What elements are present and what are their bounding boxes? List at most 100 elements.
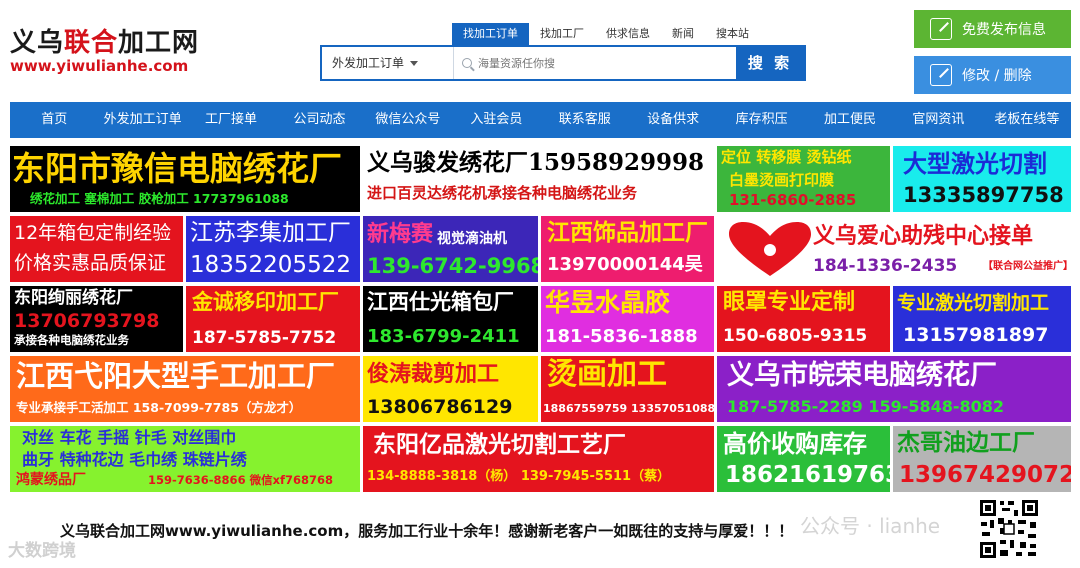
ad-phone: 134-8888-3818（杨） 139-7945-5511（蔡） bbox=[367, 469, 671, 484]
ad-title: 东阳绚丽绣花厂 bbox=[14, 288, 133, 308]
ad-subtitle: 白墨烫画打印膜 bbox=[729, 171, 835, 189]
edit-icon bbox=[930, 18, 952, 40]
tab-find-orders[interactable]: 找加工订单 bbox=[452, 23, 529, 45]
ad-title: 金诚移印加工厂 bbox=[192, 290, 339, 314]
ad-phone: 13806786129 bbox=[367, 396, 513, 418]
ad-banner[interactable]: 专业激光切割加工 13157981897 bbox=[893, 286, 1071, 352]
ad-banner[interactable]: 江西饰品加工厂 13970000144吴 bbox=[541, 216, 714, 282]
ad-title: 新梅赛 bbox=[367, 222, 434, 247]
ad-subtitle: 承接各种电脑绣花业务 bbox=[14, 333, 129, 347]
footer-text: 义乌联合加工网www.yiwulianhe.com，服务加工行业十余年！感谢新老… bbox=[60, 522, 794, 540]
ad-banner[interactable]: 金诚移印加工厂 187-5785-7752 bbox=[186, 286, 360, 352]
site-logo[interactable]: 义乌联合加工网 www.yiwulianhe.com bbox=[10, 28, 210, 74]
ad-phone: 13970000144吴 bbox=[547, 254, 703, 275]
ad-banner[interactable]: 义乌骏发绣花厂15958929998 进口百灵达绣花机承接各种电脑绣花业务 bbox=[363, 146, 714, 212]
ad-banner[interactable]: 烫画加工 18867559759 13357051088 bbox=[541, 356, 714, 422]
ad-phone: 181-5836-1888 bbox=[545, 326, 698, 347]
ad-banner[interactable]: 东阳绚丽绣花厂 13706793798 承接各种电脑绣花业务 bbox=[10, 286, 183, 352]
ad-title: 东阳市豫信电脑绣花厂 bbox=[12, 149, 342, 188]
nav-item-services[interactable]: 加工便民 bbox=[806, 102, 894, 138]
ad-title: 江西饰品加工厂 bbox=[547, 220, 708, 246]
nav-item-boss-online[interactable]: 老板在线等 bbox=[983, 102, 1071, 138]
edit-icon bbox=[930, 64, 952, 86]
ad-banner[interactable]: 高价收购库存 18621619763 bbox=[717, 426, 890, 492]
ad-banner[interactable]: 杰哥油边工厂 13967429072 bbox=[893, 426, 1071, 492]
ad-title-suffix: 视觉滴油机 bbox=[437, 231, 507, 247]
ad-banner[interactable]: 江西弋阳大型手工加工厂 专业承接手工活加工 158-7099-7785（方龙才） bbox=[10, 356, 360, 422]
ad-banner[interactable]: 东阳亿品激光切割工艺厂 134-8888-3818（杨） 139-7945-55… bbox=[363, 426, 714, 492]
ad-phone: 184-1336-2435 bbox=[813, 256, 958, 276]
ad-banner[interactable]: 江苏李集加工厂 18352205522 bbox=[186, 216, 360, 282]
tab-news[interactable]: 新闻 bbox=[661, 23, 705, 45]
ad-title: 江西弋阳大型手工加工厂 bbox=[16, 359, 336, 393]
nav-item-home[interactable]: 首页 bbox=[10, 102, 98, 138]
caret-down-icon bbox=[410, 60, 419, 66]
ad-phone: 187-5785-7752 bbox=[192, 328, 337, 348]
ad-title: 俊涛裁剪加工 bbox=[367, 362, 500, 387]
ad-title: 大型激光切割 bbox=[903, 150, 1047, 178]
ad-title: 对丝 车花 手摇 针毛 对丝围巾 bbox=[22, 428, 237, 447]
search-tabs: 找加工订单 找加工厂 供求信息 新闻 搜本站 bbox=[452, 23, 760, 45]
nav-item-company-news[interactable]: 公司动态 bbox=[275, 102, 363, 138]
search-area: 找加工订单 找加工厂 供求信息 新闻 搜本站 外发加工订单 搜 索 bbox=[320, 23, 806, 81]
ad-phone: 139-6742-9968 bbox=[367, 254, 538, 278]
publish-button[interactable]: 免费发布信息 bbox=[914, 10, 1071, 48]
ad-title: 江苏李集加工厂 bbox=[190, 220, 351, 246]
ad-banner[interactable]: 对丝 车花 手摇 针毛 对丝围巾 曲牙 特种花边 毛巾绣 珠链片绣 鸿蒙绣品厂 … bbox=[10, 426, 360, 492]
ad-banner[interactable]: 义乌市皖荣电脑绣花厂 187-5785-2289 159-5848-8082 bbox=[717, 356, 1071, 422]
qr-code-icon bbox=[978, 498, 1040, 560]
nav-item-factory-orders[interactable]: 工厂接单 bbox=[187, 102, 275, 138]
ad-banner[interactable]: 华昱水晶胶 181-5836-1888 bbox=[541, 286, 714, 352]
ad-banner[interactable]: 东阳市豫信电脑绣花厂 绣花加工 塞棉加工 胶枪加工 17737961088 bbox=[10, 146, 360, 212]
ad-subtitle: 价格实惠品质保证 bbox=[14, 252, 167, 274]
ad-subtitle: 专业承接手工活加工 158-7099-7785（方龙才） bbox=[16, 400, 302, 415]
nav-item-site-news[interactable]: 官网资讯 bbox=[894, 102, 982, 138]
ad-phone: 187-5785-2289 159-5848-8082 bbox=[727, 397, 1005, 416]
ad-phone: 131-6860-2885 bbox=[729, 191, 857, 209]
edit-button-label: 修改 / 删除 bbox=[962, 68, 1032, 84]
ad-brand: 鸿蒙绣品厂 bbox=[16, 472, 86, 488]
ad-phone: 13157981897 bbox=[903, 324, 1049, 346]
ad-note: 【联合网公益推广】 bbox=[983, 261, 1071, 272]
ad-phone: 18867559759 13357051088 bbox=[543, 402, 714, 415]
ad-title: 东阳亿品激光切割工艺厂 bbox=[373, 432, 626, 458]
nav-item-outsource-orders[interactable]: 外发加工订单 bbox=[98, 102, 186, 138]
ad-banner[interactable]: 新梅赛 视觉滴油机 139-6742-9968 bbox=[363, 216, 538, 282]
ad-title: 华昱水晶胶 bbox=[545, 288, 671, 317]
ad-phone: 183-6799-2411 bbox=[367, 326, 520, 347]
tab-supply-demand[interactable]: 供求信息 bbox=[595, 23, 661, 45]
ad-title: 高价收购库存 bbox=[723, 430, 867, 458]
ad-banner[interactable]: 义乌爱心助残中心接单 184-1336-2435 【联合网公益推广】 bbox=[717, 216, 1071, 282]
ad-phone: 13335897758 bbox=[903, 183, 1064, 207]
nav-item-wechat[interactable]: 微信公众号 bbox=[364, 102, 452, 138]
ad-banner[interactable]: 眼罩专业定制 150-6805-9315 bbox=[717, 286, 890, 352]
search-type-select[interactable]: 外发加工订单 bbox=[322, 47, 454, 79]
edit-delete-button[interactable]: 修改 / 删除 bbox=[914, 56, 1071, 94]
tab-search-site[interactable]: 搜本站 bbox=[705, 23, 760, 45]
search-box: 外发加工订单 搜 索 bbox=[320, 45, 806, 81]
nav-item-members[interactable]: 入驻会员 bbox=[452, 102, 540, 138]
nav-item-support[interactable]: 联系客服 bbox=[541, 102, 629, 138]
watermark-right: 公众号 · lianhe bbox=[800, 514, 941, 538]
ad-phone: 18621619763 bbox=[725, 462, 890, 488]
ad-banner[interactable]: 江西仕光箱包厂 183-6799-2411 bbox=[363, 286, 538, 352]
ad-banner[interactable]: 定位 转移膜 烫钻纸 白墨烫画打印膜 131-6860-2885 bbox=[717, 146, 890, 212]
search-icon bbox=[462, 58, 472, 68]
main-nav: 首页 外发加工订单 工厂接单 公司动态 微信公众号 入驻会员 联系客服 设备供求… bbox=[10, 102, 1071, 138]
ad-title: 眼罩专业定制 bbox=[723, 290, 856, 315]
nav-item-equipment[interactable]: 设备供求 bbox=[629, 102, 717, 138]
ad-title: 12年箱包定制经验 bbox=[14, 222, 172, 244]
ad-phone: 150-6805-9315 bbox=[723, 326, 868, 346]
nav-item-inventory[interactable]: 库存积压 bbox=[717, 102, 805, 138]
search-button[interactable]: 搜 索 bbox=[736, 47, 804, 79]
ad-subtitle: 绣花加工 塞棉加工 胶枪加工 17737961088 bbox=[30, 191, 289, 206]
ad-title: 专业激光切割加工 bbox=[897, 292, 1050, 314]
tab-find-factories[interactable]: 找加工厂 bbox=[529, 23, 595, 45]
ad-banner[interactable]: 俊涛裁剪加工 13806786129 bbox=[363, 356, 538, 422]
search-input[interactable] bbox=[478, 56, 728, 70]
ad-banner[interactable]: 大型激光切割 13335897758 bbox=[893, 146, 1071, 212]
search-input-wrap bbox=[454, 47, 736, 79]
search-type-value: 外发加工订单 bbox=[332, 56, 405, 70]
publish-button-label: 免费发布信息 bbox=[962, 22, 1046, 38]
ad-banner[interactable]: 12年箱包定制经验 价格实惠品质保证 bbox=[10, 216, 183, 282]
